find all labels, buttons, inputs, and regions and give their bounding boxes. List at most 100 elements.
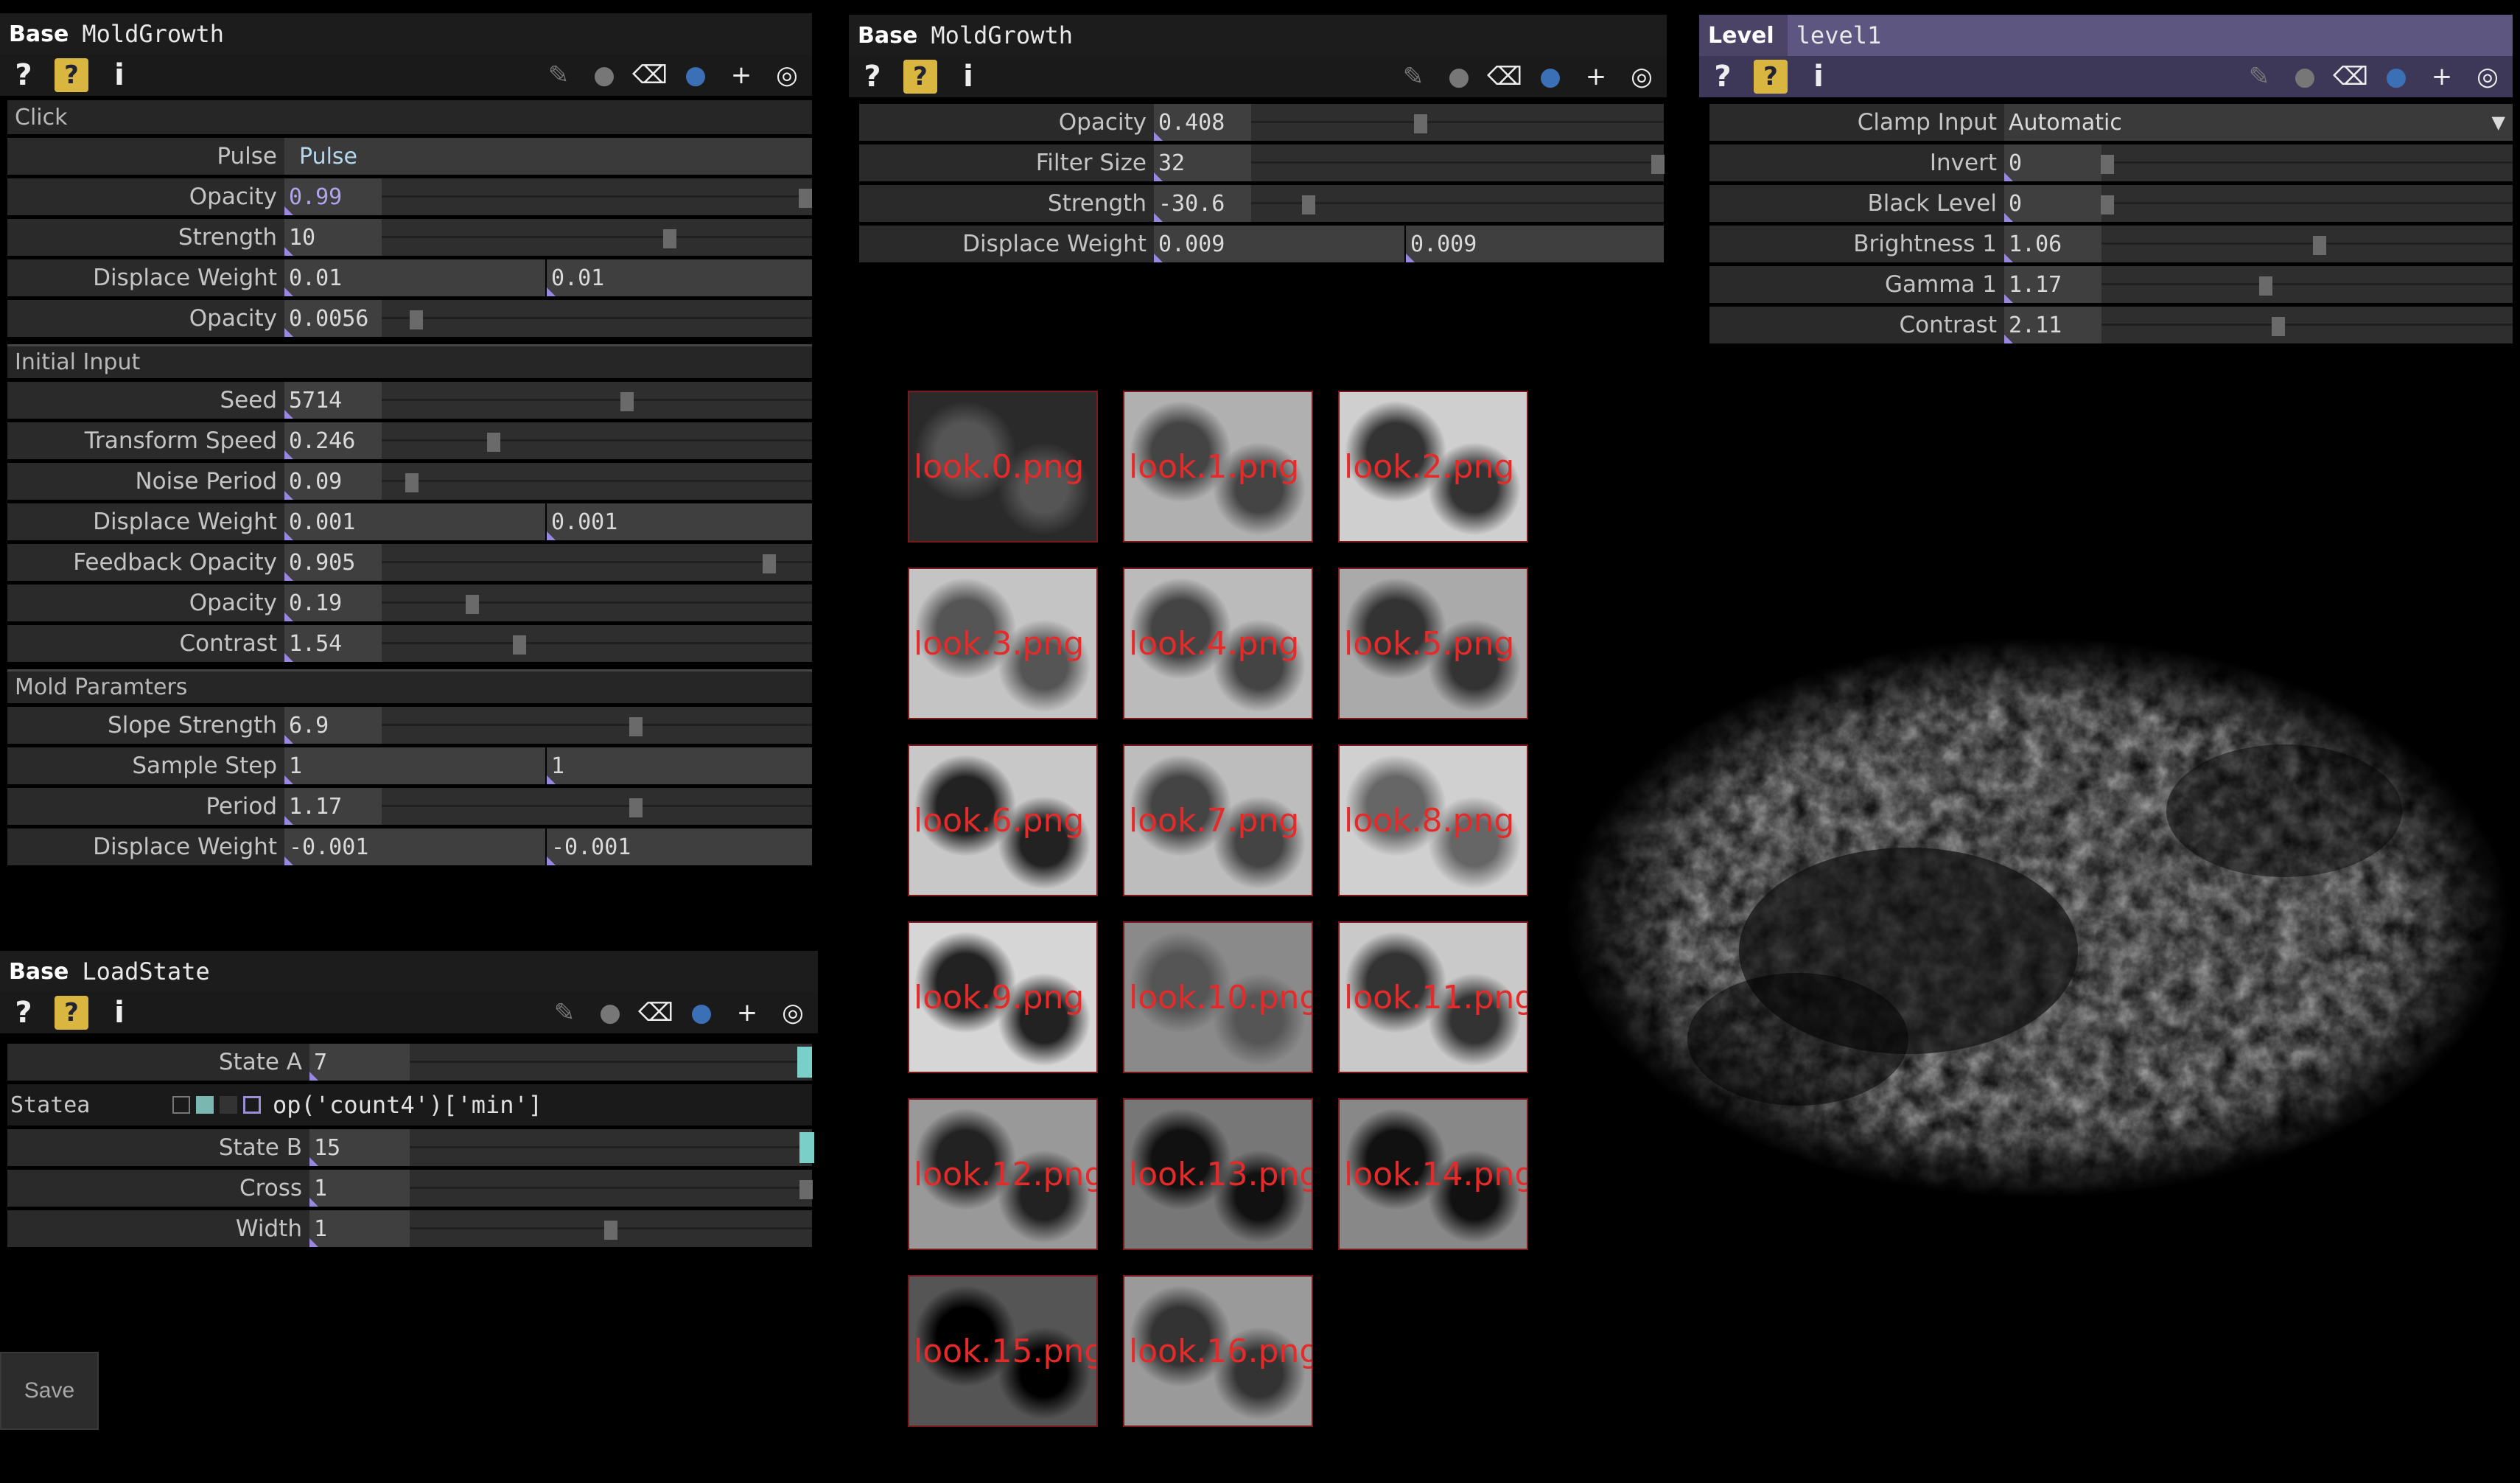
- help-icon[interactable]: ?: [9, 996, 38, 1030]
- panel-name[interactable]: MoldGrowth: [82, 20, 224, 48]
- info-icon[interactable]: i: [105, 996, 134, 1030]
- python-icon[interactable]: ●: [685, 996, 718, 1030]
- param-value-field[interactable]: 0.19: [284, 585, 382, 621]
- mode-constant-icon[interactable]: [172, 1096, 190, 1114]
- thumbnail-tile[interactable]: look.3.png: [908, 568, 1098, 719]
- param-value-field[interactable]: 0.905: [284, 544, 382, 581]
- add-icon[interactable]: +: [725, 58, 757, 92]
- param-slider[interactable]: [2101, 266, 2513, 303]
- param-value-field-y[interactable]: 0.009: [1406, 226, 1664, 262]
- python-icon[interactable]: ●: [1534, 60, 1567, 94]
- param-value-field[interactable]: 1.17: [284, 788, 382, 825]
- slider-handle[interactable]: [1651, 155, 1665, 174]
- eraser-icon[interactable]: ⌫: [2333, 60, 2368, 94]
- python-help-icon[interactable]: ?: [1754, 60, 1788, 94]
- save-button[interactable]: Save: [0, 1352, 99, 1430]
- thumbnail-tile[interactable]: look.10.png: [1123, 921, 1313, 1073]
- target-icon[interactable]: ◎: [2471, 60, 2504, 94]
- thumbnail-tile[interactable]: look.1.png: [1123, 391, 1313, 542]
- param-value-field-x[interactable]: 0.001: [284, 503, 545, 540]
- help-icon[interactable]: ?: [9, 58, 38, 92]
- param-value-field[interactable]: 1: [309, 1210, 410, 1247]
- slider-handle[interactable]: [629, 717, 643, 736]
- eraser-icon[interactable]: ⌫: [632, 58, 668, 92]
- param-slider[interactable]: [382, 219, 812, 256]
- pencil-icon[interactable]: ✎: [2243, 60, 2275, 94]
- panel-name[interactable]: LoadState: [82, 957, 209, 985]
- slider-handle[interactable]: [1413, 114, 1427, 133]
- slider-handle[interactable]: [799, 1180, 813, 1199]
- clamp-input-dropdown[interactable]: Automatic ▼: [2004, 104, 2513, 141]
- pulse-button[interactable]: Pulse: [284, 138, 382, 175]
- param-value-field-x[interactable]: 1: [284, 747, 545, 784]
- slider-handle[interactable]: [2312, 236, 2326, 255]
- add-icon[interactable]: +: [2426, 60, 2458, 94]
- pencil-icon[interactable]: ✎: [548, 996, 581, 1030]
- target-icon[interactable]: ◎: [771, 58, 803, 92]
- thumbnail-tile[interactable]: look.7.png: [1123, 744, 1313, 896]
- param-slider[interactable]: [382, 788, 812, 825]
- param-slider[interactable]: [410, 1170, 813, 1207]
- python-help-icon[interactable]: ?: [903, 60, 937, 94]
- pencil-icon[interactable]: ✎: [542, 58, 575, 92]
- comment-icon[interactable]: ●: [1443, 60, 1475, 94]
- slider-handle[interactable]: [409, 310, 423, 329]
- thumbnail-tile[interactable]: look.16.png: [1123, 1275, 1313, 1427]
- slider-handle[interactable]: [486, 433, 500, 452]
- param-value-field-x[interactable]: -0.001: [284, 828, 545, 865]
- param-slider[interactable]: [1251, 104, 1664, 141]
- mode-export-icon[interactable]: [220, 1096, 237, 1114]
- thumbnail-tile[interactable]: look.8.png: [1338, 744, 1528, 896]
- info-icon[interactable]: i: [1804, 60, 1833, 94]
- slider-handle[interactable]: [512, 635, 526, 655]
- param-value-field[interactable]: 0.246: [284, 422, 382, 459]
- section-header-mold-paramters[interactable]: Mold Paramters: [7, 669, 812, 703]
- comment-icon[interactable]: ●: [588, 58, 620, 92]
- param-slider[interactable]: [1251, 144, 1665, 181]
- param-value-field-y[interactable]: 1: [547, 747, 812, 784]
- slider-handle[interactable]: [2259, 276, 2273, 296]
- param-slider[interactable]: [382, 382, 812, 419]
- param-value-field[interactable]: 7: [309, 1044, 410, 1081]
- param-slider[interactable]: [382, 585, 812, 621]
- param-value-field[interactable]: -30.6: [1154, 185, 1251, 222]
- param-slider[interactable]: [2101, 185, 2513, 222]
- slider-handle[interactable]: [663, 229, 677, 248]
- thumbnail-tile[interactable]: look.14.png: [1338, 1098, 1528, 1250]
- param-value-field[interactable]: 1: [309, 1170, 410, 1207]
- thumbnail-tile[interactable]: look.11.png: [1338, 921, 1528, 1073]
- param-slider[interactable]: [2101, 307, 2513, 343]
- param-value-field[interactable]: 6.9: [284, 707, 382, 744]
- section-header-click[interactable]: Click: [7, 100, 812, 134]
- mode-expression-icon[interactable]: [196, 1096, 214, 1114]
- param-value-field[interactable]: 0: [2004, 144, 2101, 181]
- param-value-field[interactable]: 0.408: [1154, 104, 1251, 141]
- help-icon[interactable]: ?: [858, 60, 887, 94]
- pencil-icon[interactable]: ✎: [1397, 60, 1429, 94]
- python-icon[interactable]: ●: [679, 58, 712, 92]
- param-slider[interactable]: [382, 707, 812, 744]
- slider-handle[interactable]: [620, 392, 634, 411]
- param-value-field-y[interactable]: -0.001: [547, 828, 812, 865]
- section-header-initial-input[interactable]: Initial Input: [7, 344, 812, 378]
- mode-bind-icon[interactable]: [243, 1096, 261, 1114]
- param-slider[interactable]: [410, 1210, 812, 1247]
- param-value-field[interactable]: 1.06: [2004, 226, 2101, 262]
- param-slider[interactable]: [2101, 226, 2513, 262]
- param-slider[interactable]: [382, 300, 812, 337]
- slider-handle[interactable]: [797, 1047, 813, 1078]
- eraser-icon[interactable]: ⌫: [638, 996, 673, 1030]
- param-value-field[interactable]: 0.99: [284, 178, 382, 215]
- param-slider[interactable]: [382, 422, 812, 459]
- slider-handle[interactable]: [604, 1221, 617, 1240]
- param-value-field-x[interactable]: 0.01: [284, 259, 545, 296]
- python-help-icon[interactable]: ?: [55, 58, 88, 92]
- python-help-icon[interactable]: ?: [55, 996, 88, 1030]
- expression-field[interactable]: op('count4')['min']: [273, 1091, 542, 1119]
- slider-handle[interactable]: [2271, 317, 2285, 336]
- thumbnail-tile[interactable]: look.15.png: [908, 1275, 1098, 1427]
- comment-icon[interactable]: ●: [594, 996, 626, 1030]
- mold-preview-viewer[interactable]: [1562, 627, 2513, 1216]
- target-icon[interactable]: ◎: [1625, 60, 1658, 94]
- help-icon[interactable]: ?: [1708, 60, 1737, 94]
